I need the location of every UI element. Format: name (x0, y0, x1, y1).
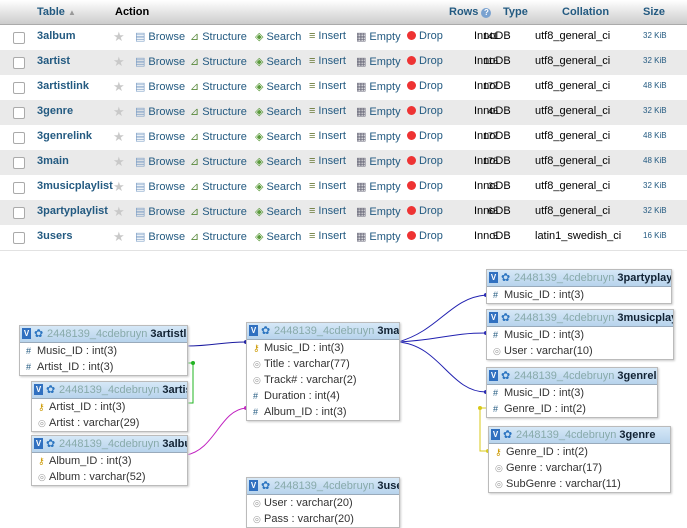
gear-icon[interactable]: ✿ (46, 437, 55, 450)
relation-line (397, 294, 487, 343)
field-row: ◎ Album : varchar(52) (38, 471, 146, 483)
designer-table-name: 3musicplaylist (617, 312, 673, 324)
designer-table-3genre[interactable]: V ✿ 2448139_4cdebruyn 3genre ⚷ Genre_ID : i… (488, 426, 671, 493)
db-prefix: 2448139_4cdebruyn (514, 272, 615, 284)
field-row: ◎ Title : varchar(77) (253, 358, 350, 370)
text-field-icon: ◎ (253, 375, 261, 385)
field-row: ◎ Genre : varchar(17) (495, 462, 602, 474)
toggle-icon[interactable]: V (249, 480, 258, 491)
field-row: ◎ User : varchar(10) (493, 345, 593, 357)
toggle-icon[interactable]: V (249, 325, 258, 336)
relation-line (185, 407, 247, 456)
db-prefix: 2448139_4cdebruyn (514, 312, 615, 324)
toggle-icon[interactable]: V (489, 312, 498, 323)
gear-icon[interactable]: ✿ (501, 271, 510, 284)
toggle-icon[interactable]: V (491, 429, 500, 440)
db-prefix: 2448139_4cdebruyn (514, 370, 615, 382)
designer-table-name: 3genre (619, 429, 656, 441)
designer-table-name: 3users (377, 480, 399, 492)
field-row: ⚷ Genre_ID : int(2) (495, 446, 588, 458)
hash-icon: # (253, 407, 259, 417)
key-icon: ⚷ (253, 343, 260, 353)
field-row: ⚷ Album_ID : int(3) (38, 455, 132, 467)
gear-icon[interactable]: ✿ (261, 479, 270, 492)
designer-table-3genrelink[interactable]: V✿ 2448139_4cdebruyn 3genrelink #Music_ID… (486, 367, 658, 418)
field-row: # Music_ID : int(3) (493, 329, 585, 341)
gear-icon[interactable]: ✿ (501, 369, 510, 382)
toggle-icon[interactable]: V (489, 370, 498, 381)
text-field-icon: ◎ (493, 346, 501, 356)
hash-icon: # (493, 404, 499, 414)
gear-icon[interactable]: ✿ (261, 324, 270, 337)
field-row: # Music_ID : int(3) (493, 289, 585, 301)
key-icon: ⚷ (38, 402, 45, 412)
db-prefix: 2448139_4cdebruyn (59, 438, 160, 450)
field-row: # Music_ID : int(3) (26, 345, 118, 357)
designer-table-3musicplaylist[interactable]: V✿ 2448139_4cdebruyn 3musicplaylist #Musi… (486, 309, 674, 360)
designer-table-name: 3partyplaylist (617, 272, 671, 284)
hash-icon: # (493, 290, 499, 300)
db-prefix: 2448139_4cdebruyn (274, 480, 375, 492)
gear-icon[interactable]: ✿ (501, 311, 510, 324)
designer-table-name: 3main (377, 325, 399, 337)
toggle-icon[interactable]: V (34, 384, 43, 395)
text-field-icon: ◎ (253, 359, 261, 369)
designer-table-3partyplaylist[interactable]: V✿ 2448139_4cdebruyn 3partyplaylist #Musi… (486, 269, 672, 304)
db-prefix: 2448139_4cdebruyn (59, 384, 160, 396)
toggle-icon[interactable]: V (34, 438, 43, 449)
designer-table-name: 3artist (162, 384, 187, 396)
toggle-icon[interactable]: V (22, 328, 31, 339)
field-row: ◎ SubGenre : varchar(11) (495, 478, 621, 490)
text-field-icon: ◎ (495, 463, 503, 473)
hash-icon: # (493, 388, 499, 398)
field-row: ◎ Track# : varchar(2) (253, 374, 357, 386)
text-field-icon: ◎ (38, 472, 46, 482)
db-prefix: 2448139_4cdebruyn (274, 325, 375, 337)
field-row: ◎ User : varchar(20) (253, 497, 353, 509)
hash-icon: # (493, 330, 499, 340)
designer-table-3main[interactable]: V✿ 2448139_4cdebruyn 3main ⚷Music_ID : in… (246, 322, 400, 421)
field-row: # Genre_ID : int(2) (493, 403, 586, 415)
field-row: # Artist_ID : int(3) (26, 361, 114, 373)
field-row: # Music_ID : int(3) (493, 387, 585, 399)
key-icon: ⚷ (495, 447, 502, 457)
gear-icon[interactable]: ✿ (46, 383, 55, 396)
gear-icon[interactable]: ✿ (503, 428, 512, 441)
designer-table-name: 3artistlink (150, 328, 187, 340)
designer-table-name: 3genrelink (617, 370, 657, 382)
hash-icon: # (26, 362, 32, 372)
hash-icon: # (253, 391, 259, 401)
designer-table-3album[interactable]: V✿ 2448139_4cdebruyn 3album ⚷Album_ID : i… (31, 435, 188, 486)
field-row: ◎ Artist : varchar(29) (38, 417, 140, 429)
gear-icon[interactable]: ✿ (34, 327, 43, 340)
text-field-icon: ◎ (253, 498, 261, 508)
relation-line (185, 341, 247, 347)
field-row: # Duration : int(4) (253, 390, 340, 402)
relation-line (397, 341, 487, 393)
designer-table-name: 3album (162, 438, 187, 450)
field-row: ⚷ Music_ID : int(3) (253, 342, 345, 354)
text-field-icon: ◎ (38, 418, 46, 428)
db-prefix: 2448139_4cdebruyn (516, 429, 617, 441)
designer-table-3artistlink[interactable]: V✿ 2448139_4cdebruyn 3artistlink #Music_I… (19, 325, 188, 376)
key-icon: ⚷ (38, 456, 45, 466)
db-prefix: 2448139_4cdebruyn (47, 328, 148, 340)
field-row: # Album_ID : int(3) (253, 406, 347, 418)
designer-table-3users[interactable]: V✿ 2448139_4cdebruyn 3users ◎User : varch… (246, 477, 400, 528)
field-row: ⚷ Artist_ID : int(3) (38, 401, 126, 413)
toggle-icon[interactable]: V (489, 272, 498, 283)
hash-icon: # (26, 346, 32, 356)
text-field-icon: ◎ (495, 479, 503, 489)
designer-table-3artist[interactable]: V✿ 2448139_4cdebruyn 3artist ⚷Artist_ID :… (31, 381, 188, 432)
